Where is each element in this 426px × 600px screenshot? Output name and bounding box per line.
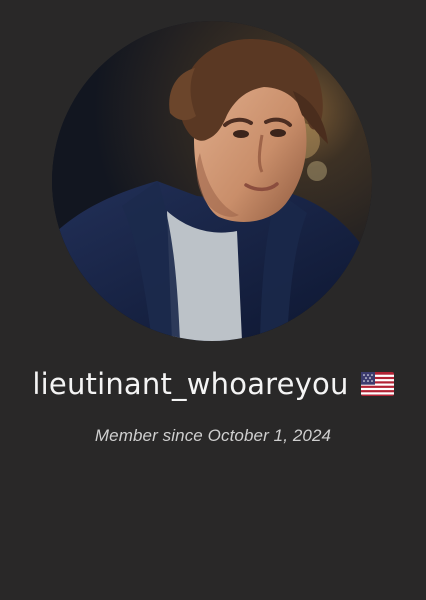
username-row: lieutinant_whoareyou [0, 360, 426, 408]
avatar-image [52, 21, 372, 341]
profile-avatar [52, 21, 372, 341]
member-since-text: Member since October 1, 2024 [94, 426, 332, 445]
username: lieutinant_whoareyou [32, 366, 349, 401]
us-flag-icon [360, 372, 394, 396]
